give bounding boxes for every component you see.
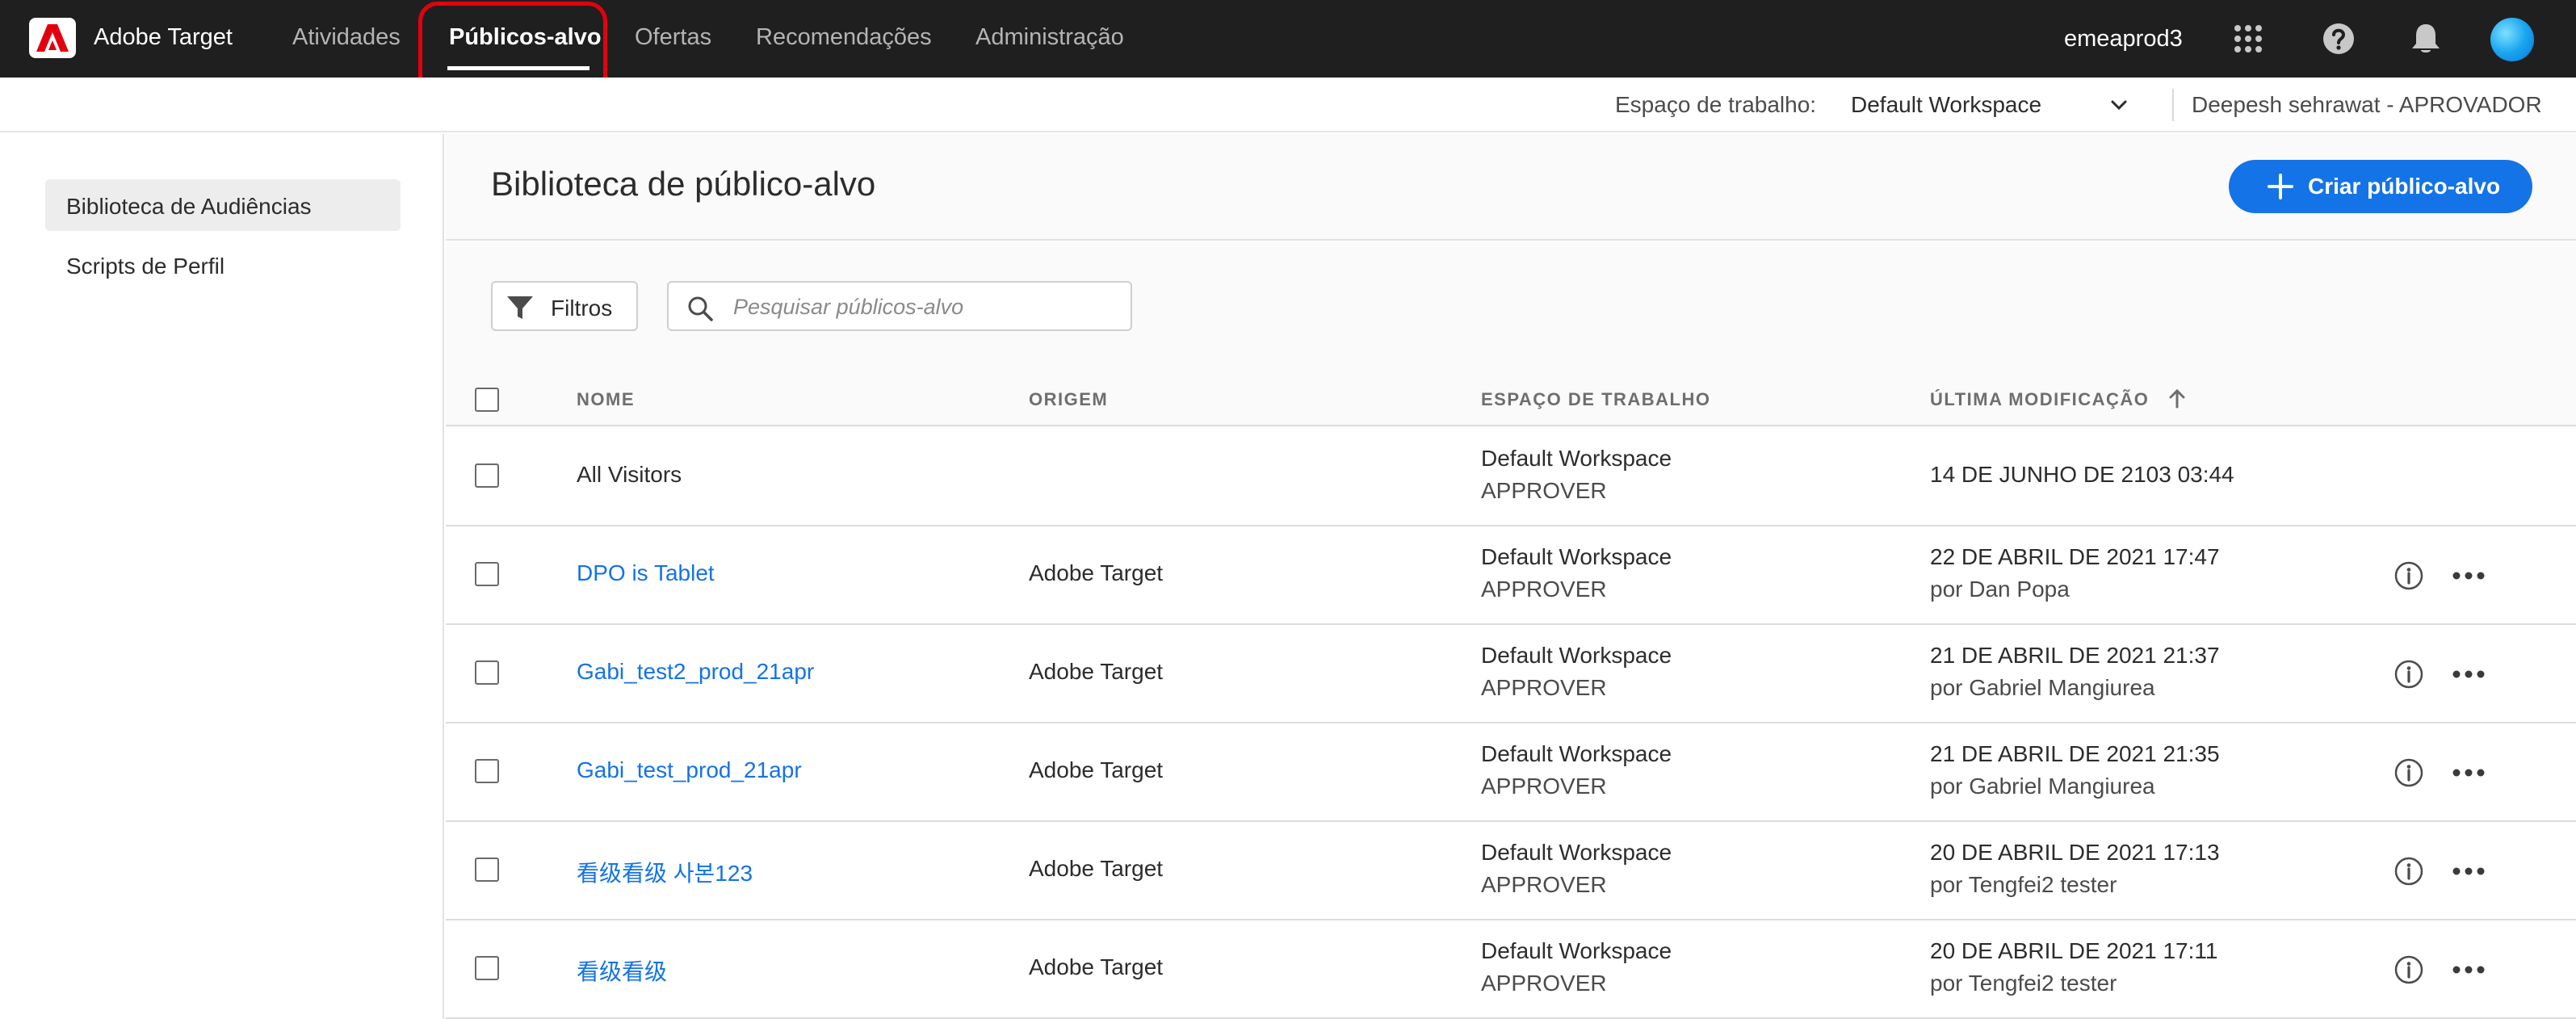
org-switcher[interactable]: emeaprod3: [2064, 26, 2183, 52]
more-actions-icon[interactable]: [2452, 866, 2486, 880]
audience-workspace: Default Workspace: [1481, 840, 1672, 865]
nav-link-administration[interactable]: Administração: [975, 24, 1124, 51]
help-icon[interactable]: [2322, 23, 2355, 59]
audience-modified-date: 21 DE ABRIL DE 2021 21:35: [1930, 741, 2220, 766]
product-name[interactable]: Adobe Target: [94, 24, 233, 51]
audience-workspace: Default Workspace: [1481, 446, 1672, 471]
row-checkbox[interactable]: [475, 858, 499, 882]
audience-role: APPROVER: [1481, 971, 1607, 996]
row-checkbox[interactable]: [475, 660, 499, 685]
info-icon[interactable]: [2393, 659, 2424, 694]
audience-role: APPROVER: [1481, 675, 1607, 700]
audience-role: APPROVER: [1481, 872, 1607, 897]
table-header: NOME ORIGEM ESPAÇO DE TRABALHO ÚLTIMA MO…: [446, 375, 2576, 426]
info-icon[interactable]: [2393, 856, 2424, 891]
filters-button[interactable]: Filtros: [491, 281, 638, 331]
row-checkbox[interactable]: [475, 956, 499, 980]
audience-modified-by: por Tengfei2 tester: [1930, 872, 2117, 897]
more-actions-icon[interactable]: [2452, 570, 2486, 585]
audience-modified-date: 20 DE ABRIL DE 2021 17:13: [1930, 840, 2220, 865]
audience-name-link[interactable]: 看级看级: [577, 954, 667, 987]
sidebar-item-profile-scripts[interactable]: Scripts de Perfil: [45, 239, 401, 291]
workspace-bar: Espaço de trabalho: Default Workspace De…: [0, 78, 2576, 132]
chevron-down-icon[interactable]: [2108, 94, 2130, 120]
table-row: DPO is Tablet Adobe Target Default Works…: [446, 526, 2576, 625]
more-actions-icon[interactable]: [2452, 767, 2486, 782]
audience-modified-by: por Gabriel Mangiurea: [1930, 774, 2155, 799]
workspace-select[interactable]: Default Workspace: [1851, 92, 2041, 118]
info-icon[interactable]: [2393, 954, 2424, 989]
audience-modified-date: 22 DE ABRIL DE 2021 17:47: [1930, 544, 2220, 569]
nav-link-activities[interactable]: Atividades: [292, 24, 401, 51]
table-row: 看级看级 Adobe Target Default Workspace APPR…: [446, 920, 2576, 1019]
sidebar: Biblioteca de Audiências Scripts de Perf…: [0, 134, 444, 1019]
table-row: Gabi_test2_prod_21apr Adobe Target Defau…: [446, 625, 2576, 723]
table-row: 看级看级 사본123 Adobe Target Default Workspac…: [446, 822, 2576, 920]
nav-link-recommendations[interactable]: Recomendações: [756, 24, 932, 51]
audience-name-link[interactable]: DPO is Tablet: [577, 560, 715, 586]
search-input[interactable]: [733, 292, 1113, 321]
page-title: Biblioteca de público-alvo: [491, 165, 876, 203]
audience-modified-by: por Dan Popa: [1930, 577, 2070, 602]
audience-modified-date: 21 DE ABRIL DE 2021 21:37: [1930, 643, 2220, 668]
audience-origin: Adobe Target: [1029, 560, 1164, 585]
top-navigation: Adobe Target Atividades Públicos-alvo Of…: [0, 0, 2576, 78]
audience-origin: Adobe Target: [1029, 757, 1164, 782]
create-audience-label: Criar público-alvo: [2308, 174, 2501, 199]
audience-workspace: Default Workspace: [1481, 741, 1672, 766]
audience-name: All Visitors: [577, 462, 682, 487]
row-checkbox[interactable]: [475, 463, 499, 488]
audience-workspace: Default Workspace: [1481, 938, 1672, 963]
audience-name-link[interactable]: 看级看级 사본123: [577, 856, 753, 888]
row-checkbox[interactable]: [475, 759, 499, 783]
audience-modified-by: por Tengfei2 tester: [1930, 971, 2117, 996]
audience-role: APPROVER: [1481, 478, 1607, 503]
search-icon: [688, 296, 713, 321]
workspace-label: Espaço de trabalho:: [1615, 92, 1817, 117]
audience-origin: Adobe Target: [1029, 954, 1164, 979]
apps-grid-icon[interactable]: [2234, 24, 2263, 57]
divider: [2172, 89, 2174, 121]
column-header-origin[interactable]: ORIGEM: [1029, 389, 1108, 410]
audience-name-link[interactable]: Gabi_test_prod_21apr: [577, 757, 802, 783]
audience-role: APPROVER: [1481, 774, 1607, 799]
audience-modified-date: 14 DE JUNHO DE 2103 03:44: [1930, 462, 2234, 487]
audience-modified-by: por Gabriel Mangiurea: [1930, 675, 2155, 700]
audience-list: Filtros NOME ORIGEM ESPAÇO DE TRABALHO Ú…: [446, 242, 2576, 1019]
more-actions-icon[interactable]: [2452, 669, 2486, 683]
audience-modified-date: 20 DE ABRIL DE 2021 17:11: [1930, 938, 2218, 963]
user-avatar[interactable]: [2490, 18, 2534, 61]
select-all-checkbox[interactable]: [475, 388, 499, 412]
page-header: Biblioteca de público-alvo Criar público…: [446, 134, 2576, 241]
audience-name-link[interactable]: Gabi_test2_prod_21apr: [577, 659, 814, 685]
column-header-name[interactable]: NOME: [577, 389, 635, 410]
create-audience-button[interactable]: Criar público-alvo: [2229, 160, 2532, 213]
filters-label: Filtros: [551, 296, 613, 321]
column-header-last-modified[interactable]: ÚLTIMA MODIFICAÇÃO: [1930, 389, 2149, 410]
audience-role: APPROVER: [1481, 577, 1607, 602]
info-icon[interactable]: [2393, 757, 2424, 792]
search-box: [667, 281, 1132, 331]
table-row: Gabi_test_prod_21apr Adobe Target Defaul…: [446, 723, 2576, 822]
audience-origin: Adobe Target: [1029, 856, 1164, 881]
audience-origin: Adobe Target: [1029, 659, 1164, 684]
row-checkbox[interactable]: [475, 562, 499, 586]
column-header-workspace[interactable]: ESPAÇO DE TRABALHO: [1481, 389, 1711, 410]
current-user-role: Deepesh sehrawat - APROVADOR: [2192, 92, 2542, 117]
info-icon[interactable]: [2393, 560, 2424, 595]
audience-workspace: Default Workspace: [1481, 544, 1672, 569]
bell-icon[interactable]: [2411, 23, 2440, 59]
audience-workspace: Default Workspace: [1481, 643, 1672, 668]
adobe-logo-icon[interactable]: [29, 18, 76, 58]
filter-icon: [507, 296, 533, 319]
more-actions-icon[interactable]: [2452, 964, 2486, 979]
sort-ascending-icon[interactable]: [2167, 388, 2187, 414]
plus-icon: [2268, 174, 2293, 199]
sidebar-item-audience-library[interactable]: Biblioteca de Audiências: [45, 179, 401, 231]
table-row: All Visitors Default Workspace APPROVER …: [446, 428, 2576, 526]
nav-link-offers[interactable]: Ofertas: [635, 24, 711, 51]
